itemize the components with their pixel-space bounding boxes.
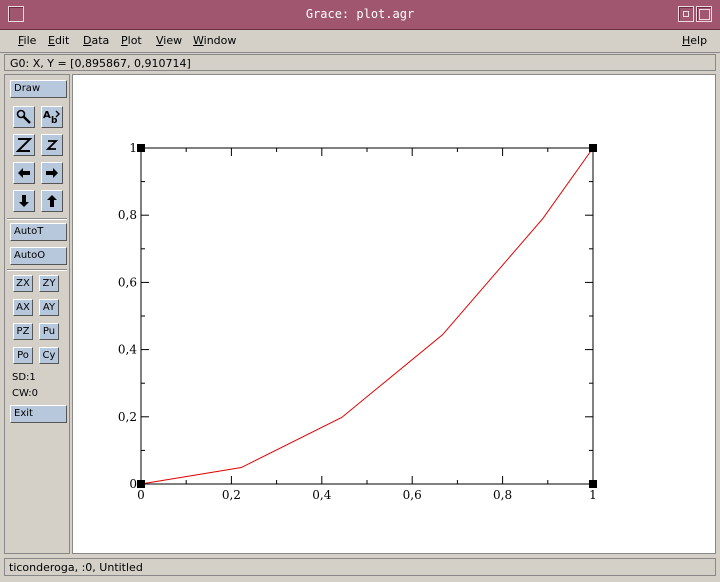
menu-bar: File Edit Data Plot View Window Help xyxy=(0,30,720,53)
title-bar: Grace: plot.agr xyxy=(0,0,720,30)
status-bar: ticonderoga, :0, Untitled xyxy=(4,558,716,576)
coordinate-readout: G0: X, Y = [0,895867, 0,910714] xyxy=(10,57,191,70)
maximize-button[interactable] xyxy=(696,6,712,22)
menu-view[interactable]: View xyxy=(156,34,182,47)
menu-window[interactable]: Window xyxy=(193,34,236,47)
y-tick-label: 0,6 xyxy=(118,275,137,289)
zoom-in-icon[interactable] xyxy=(13,134,35,156)
zoom-y-button[interactable]: ZY xyxy=(39,275,59,292)
series-line xyxy=(140,147,594,485)
menu-data[interactable]: Data xyxy=(83,34,109,47)
x-tick-label: 0,4 xyxy=(312,488,331,502)
coordinate-readout-bar: G0: X, Y = [0,895867, 0,910714] xyxy=(4,54,716,71)
arrow-down-icon[interactable] xyxy=(13,190,35,212)
menu-file[interactable]: File xyxy=(18,34,36,47)
y-tick-label: 0,8 xyxy=(118,208,137,222)
y-tick-label: 0 xyxy=(129,477,137,491)
plot-canvas[interactable]: 0 0,2 0,4 0,6 0,8 1 0 0,2 0,4 0,6 0,8 1 xyxy=(72,74,716,554)
x-tick-label: 0,2 xyxy=(222,488,241,502)
frame-corner-handle xyxy=(137,144,145,152)
zoom-icon[interactable] xyxy=(13,106,35,128)
arrow-left-icon[interactable] xyxy=(13,162,35,184)
status-text: ticonderoga, :0, Untitled xyxy=(9,561,143,574)
y-tick-label: 1 xyxy=(129,141,137,155)
autoscale-y-button[interactable]: AY xyxy=(39,299,59,316)
plot-frame xyxy=(140,147,594,485)
exit-button[interactable]: Exit xyxy=(10,405,67,423)
toolbar-separator xyxy=(7,269,67,271)
menu-plot[interactable]: Plot xyxy=(121,34,142,47)
window-title: Grace: plot.agr xyxy=(305,7,415,21)
frame-corner-handle xyxy=(589,480,597,488)
autoscale-x-button[interactable]: AX xyxy=(13,299,33,316)
menu-help[interactable]: Help xyxy=(682,34,707,47)
arrow-right-icon[interactable] xyxy=(41,162,63,184)
push-button[interactable]: Pu xyxy=(39,323,59,340)
line-chart: 0 0,2 0,4 0,6 0,8 1 0 0,2 0,4 0,6 0,8 1 xyxy=(118,141,597,502)
autot-button[interactable]: AutoT xyxy=(10,223,67,241)
x-tick-label: 0,8 xyxy=(493,488,512,502)
zoom-out-icon[interactable] xyxy=(41,134,63,156)
draw-button[interactable]: Draw xyxy=(10,80,67,98)
zoom-x-button[interactable]: ZX xyxy=(13,275,33,292)
arrow-up-icon[interactable] xyxy=(41,190,63,212)
stack-depth-label: SD:1 xyxy=(12,372,36,383)
menu-edit[interactable]: Edit xyxy=(48,34,69,47)
svg-text:b: b xyxy=(51,116,58,125)
pop-button[interactable]: Po xyxy=(13,347,33,364)
svg-text:A: A xyxy=(43,110,51,121)
x-tick-label: 0,6 xyxy=(403,488,422,502)
frame-corner-handle xyxy=(137,480,145,488)
y-tick-label: 0,4 xyxy=(118,343,137,357)
push-zoom-button[interactable]: PZ xyxy=(13,323,33,340)
text-icon[interactable]: Ab xyxy=(41,106,63,128)
current-world-label: CW:0 xyxy=(12,388,39,399)
autoo-button[interactable]: AutoO xyxy=(10,247,67,265)
tool-panel: Draw Ab AutoT AutoO ZX ZY AX AY PZ Pu Po… xyxy=(4,74,70,554)
cycle-button[interactable]: Cy xyxy=(39,347,59,364)
x-tick-label: 1 xyxy=(589,488,597,502)
frame-corner-handle xyxy=(589,144,597,152)
toolbar-separator xyxy=(7,218,67,220)
x-tick-label: 0 xyxy=(137,488,145,502)
minimize-button[interactable] xyxy=(678,6,694,22)
y-tick-label: 0,2 xyxy=(118,410,137,424)
